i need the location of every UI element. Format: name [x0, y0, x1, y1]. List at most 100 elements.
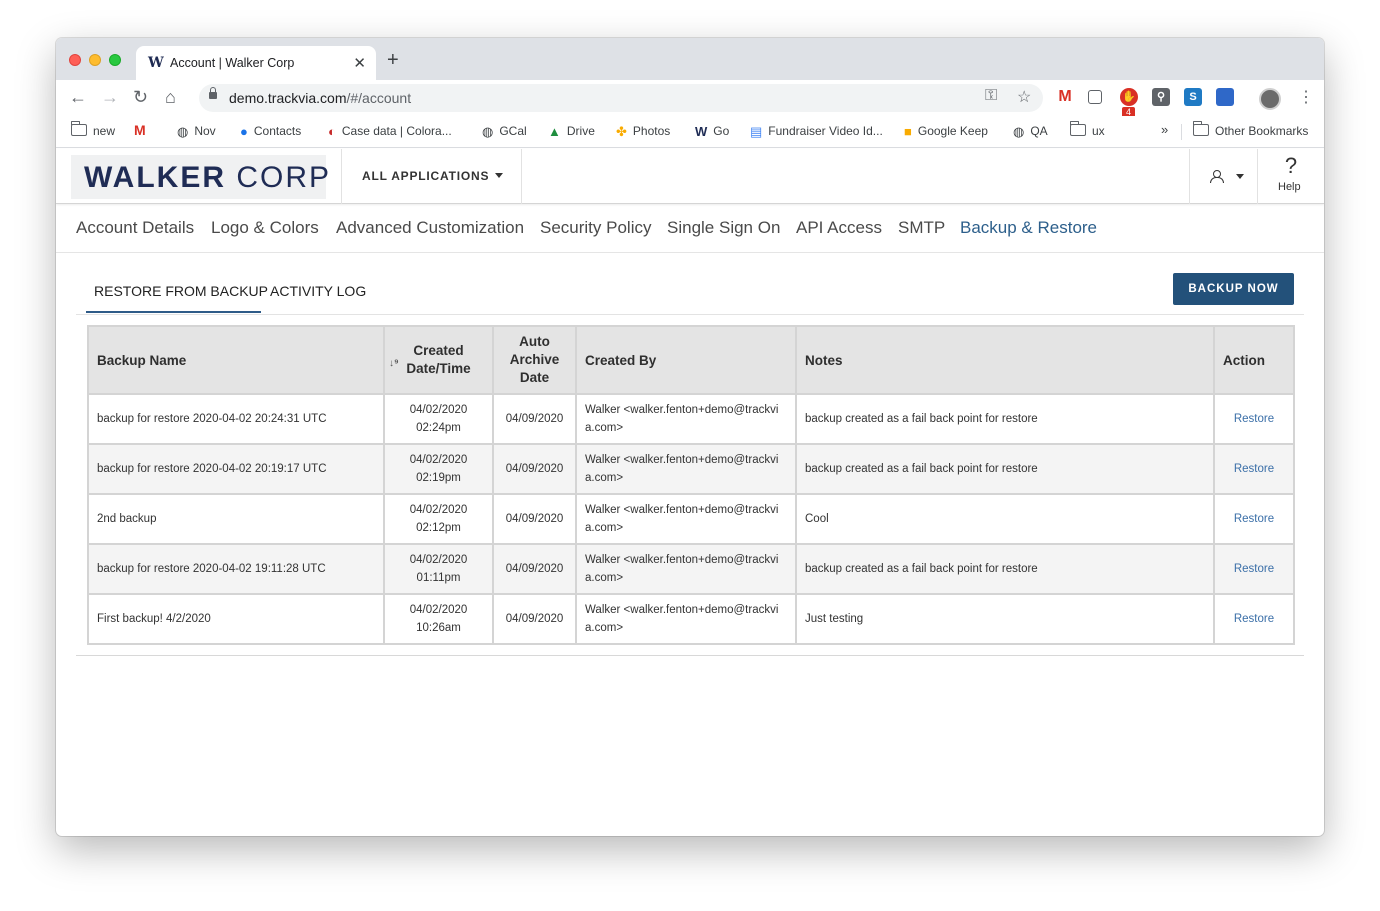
created-datetime-cell: 04/02/2020 02:24pm [383, 393, 494, 445]
gmail-icon: M [134, 122, 146, 138]
bookmark-google-keep[interactable]: ■ Google Keep [904, 124, 988, 139]
nav-backup-restore[interactable]: Backup & Restore [960, 218, 1097, 238]
globe-icon: ◍ [1013, 124, 1025, 139]
nav-api-access[interactable]: API Access [796, 218, 882, 238]
other-bookmarks[interactable]: Other Bookmarks [1192, 121, 1308, 138]
nav-single-sign-on[interactable]: Single Sign On [667, 218, 780, 238]
forward-icon[interactable]: → [101, 87, 119, 108]
restore-link[interactable]: Restore [1234, 413, 1274, 425]
help-label[interactable]: Help [1278, 181, 1301, 193]
action-cell: Restore [1213, 543, 1295, 595]
walker-corp-logo[interactable]: WALKER CORP [71, 155, 329, 199]
address-bar[interactable]: demo.trackvia.com/#/account ⚿ ☆ [199, 84, 1043, 112]
lock-icon [209, 87, 217, 99]
browser-tab-active[interactable]: W Account | Walker Corp ✕ [136, 46, 376, 80]
bookmark-star-icon[interactable]: ☆ [1017, 87, 1031, 107]
action-cell: Restore [1213, 393, 1295, 445]
profile-avatar[interactable] [1259, 88, 1281, 110]
backup-name-cell: backup for restore 2020-04-02 20:24:31 U… [87, 393, 385, 445]
bookmark-go[interactable]: W Go [695, 124, 729, 139]
user-icon[interactable] [1208, 168, 1224, 184]
browser-window: W Account | Walker Corp ✕ + ← → ↻ ⌂ demo… [56, 38, 1324, 836]
nav-security-policy[interactable]: Security Policy [540, 218, 651, 238]
created-by-cell: Walker <walker.fenton+demo@trackvi a.com> [575, 543, 797, 595]
table-header-row: Backup Name ↓⁹ Created Date/Time Auto Arch… [87, 325, 1295, 395]
bookmark-case-data[interactable]: ◐ Case data | Colora... [328, 124, 452, 139]
key-icon[interactable]: ⚿ [985, 87, 997, 105]
folder-icon [1192, 121, 1209, 136]
keeper-extension-icon[interactable]: ⚲ [1152, 88, 1170, 106]
restore-link[interactable]: Restore [1234, 463, 1274, 475]
backup-name-cell: 2nd backup [87, 493, 385, 545]
header-divider [1189, 149, 1190, 204]
user-menu-chevron-icon[interactable] [1236, 174, 1244, 179]
reload-icon[interactable]: ↻ [133, 87, 148, 108]
nav-advanced-customization[interactable]: Advanced Customization [336, 218, 524, 238]
backup-name-cell: backup for restore 2020-04-02 20:19:17 U… [87, 443, 385, 495]
archive-date-cell: 04/09/2020 [492, 543, 577, 595]
bookmark-fundraiser[interactable]: ▤ Fundraiser Video Id... [750, 124, 883, 140]
close-window-button[interactable] [69, 54, 81, 66]
nav-smtp[interactable]: SMTP [898, 218, 945, 238]
bookmarks-overflow-icon[interactable]: » [1161, 122, 1168, 137]
home-icon[interactable]: ⌂ [165, 87, 176, 108]
globe-icon: ◍ [177, 124, 189, 139]
sort-icon[interactable]: ↓⁹ [389, 355, 399, 373]
restore-link[interactable]: Restore [1234, 563, 1274, 575]
help-icon[interactable]: ? [1284, 153, 1298, 179]
gmail-extension-icon[interactable]: M [1056, 88, 1074, 106]
bookmarks-bar: new M ◍ Nov ● Contacts ◐ Case data | Colora… [56, 116, 1324, 148]
bookmark-ux[interactable]: ux [1069, 121, 1105, 138]
header-divider [521, 149, 522, 204]
col-created-datetime[interactable]: ↓⁹ Created Date/Time [383, 325, 494, 395]
w-icon: W [695, 124, 708, 139]
bookmark-new[interactable]: new [70, 121, 115, 138]
col-notes[interactable]: Notes [795, 325, 1215, 395]
adblock-extension-icon[interactable]: ✋ [1120, 88, 1138, 106]
browser-menu-icon[interactable]: ⋮ [1298, 87, 1314, 107]
archive-date-cell: 04/09/2020 [492, 443, 577, 495]
back-icon[interactable]: ← [69, 87, 87, 108]
header-divider [341, 149, 342, 204]
restore-link[interactable]: Restore [1234, 513, 1274, 525]
bookmark-gcal[interactable]: ◍ GCal [482, 124, 527, 140]
docs-icon: ▤ [750, 124, 763, 139]
content-divider [76, 655, 1304, 656]
restore-link[interactable]: Restore [1234, 613, 1274, 625]
tab-close-icon[interactable]: ✕ [353, 54, 366, 72]
app-header: WALKER CORP ALL APPLICATIONS ? Help [56, 149, 1324, 204]
created-by-cell: Walker <walker.fenton+demo@trackvi a.com> [575, 493, 797, 545]
nav-account-details[interactable]: Account Details [76, 218, 194, 238]
bookmark-qa[interactable]: ◍ QA [1013, 124, 1048, 140]
backup-now-button[interactable]: BACKUP NOW [1173, 273, 1294, 305]
backup-name-cell: backup for restore 2020-04-02 19:11:28 U… [87, 543, 385, 595]
col-backup-name[interactable]: Backup Name [87, 325, 385, 395]
chevron-down-icon [495, 173, 504, 178]
photos-icon: ✤ [616, 124, 627, 139]
folder-icon [70, 121, 87, 136]
folder-icon [1069, 121, 1086, 136]
bookmark-drive[interactable]: ▲ Drive [548, 124, 595, 139]
bookmark-gmail[interactable]: M [134, 122, 146, 138]
tab-strip: W Account | Walker Corp ✕ + [56, 38, 1324, 80]
bookmark-contacts[interactable]: ● Contacts [240, 124, 301, 139]
screenshot-extension-icon[interactable] [1088, 90, 1102, 104]
col-auto-archive-date[interactable]: Auto Archive Date [492, 325, 577, 395]
maximize-window-button[interactable] [109, 54, 121, 66]
all-applications-dropdown[interactable]: ALL APPLICATIONS [362, 169, 504, 183]
new-tab-button[interactable]: + [387, 49, 399, 72]
s-extension-icon[interactable]: S [1184, 88, 1202, 106]
url-text[interactable]: demo.trackvia.com/#/account [229, 90, 411, 106]
notes-cell: backup created as a fail back point for … [795, 543, 1215, 595]
logo-word-walker: WALKER [84, 161, 226, 194]
col-created-by[interactable]: Created By [575, 325, 797, 395]
notes-cell: Cool [795, 493, 1215, 545]
colorado-icon: ◐ [328, 124, 336, 139]
bookmark-photos[interactable]: ✤ Photos [616, 124, 670, 140]
minimize-window-button[interactable] [89, 54, 101, 66]
tab-restore-from-backup[interactable]: RESTORE FROM BACKUP [94, 283, 268, 299]
bookmark-nov[interactable]: ◍ Nov [177, 124, 216, 140]
tab-activity-log[interactable]: ACTIVITY LOG [270, 283, 366, 299]
calendar-extension-icon[interactable] [1216, 88, 1234, 106]
nav-logo-colors[interactable]: Logo & Colors [211, 218, 319, 238]
